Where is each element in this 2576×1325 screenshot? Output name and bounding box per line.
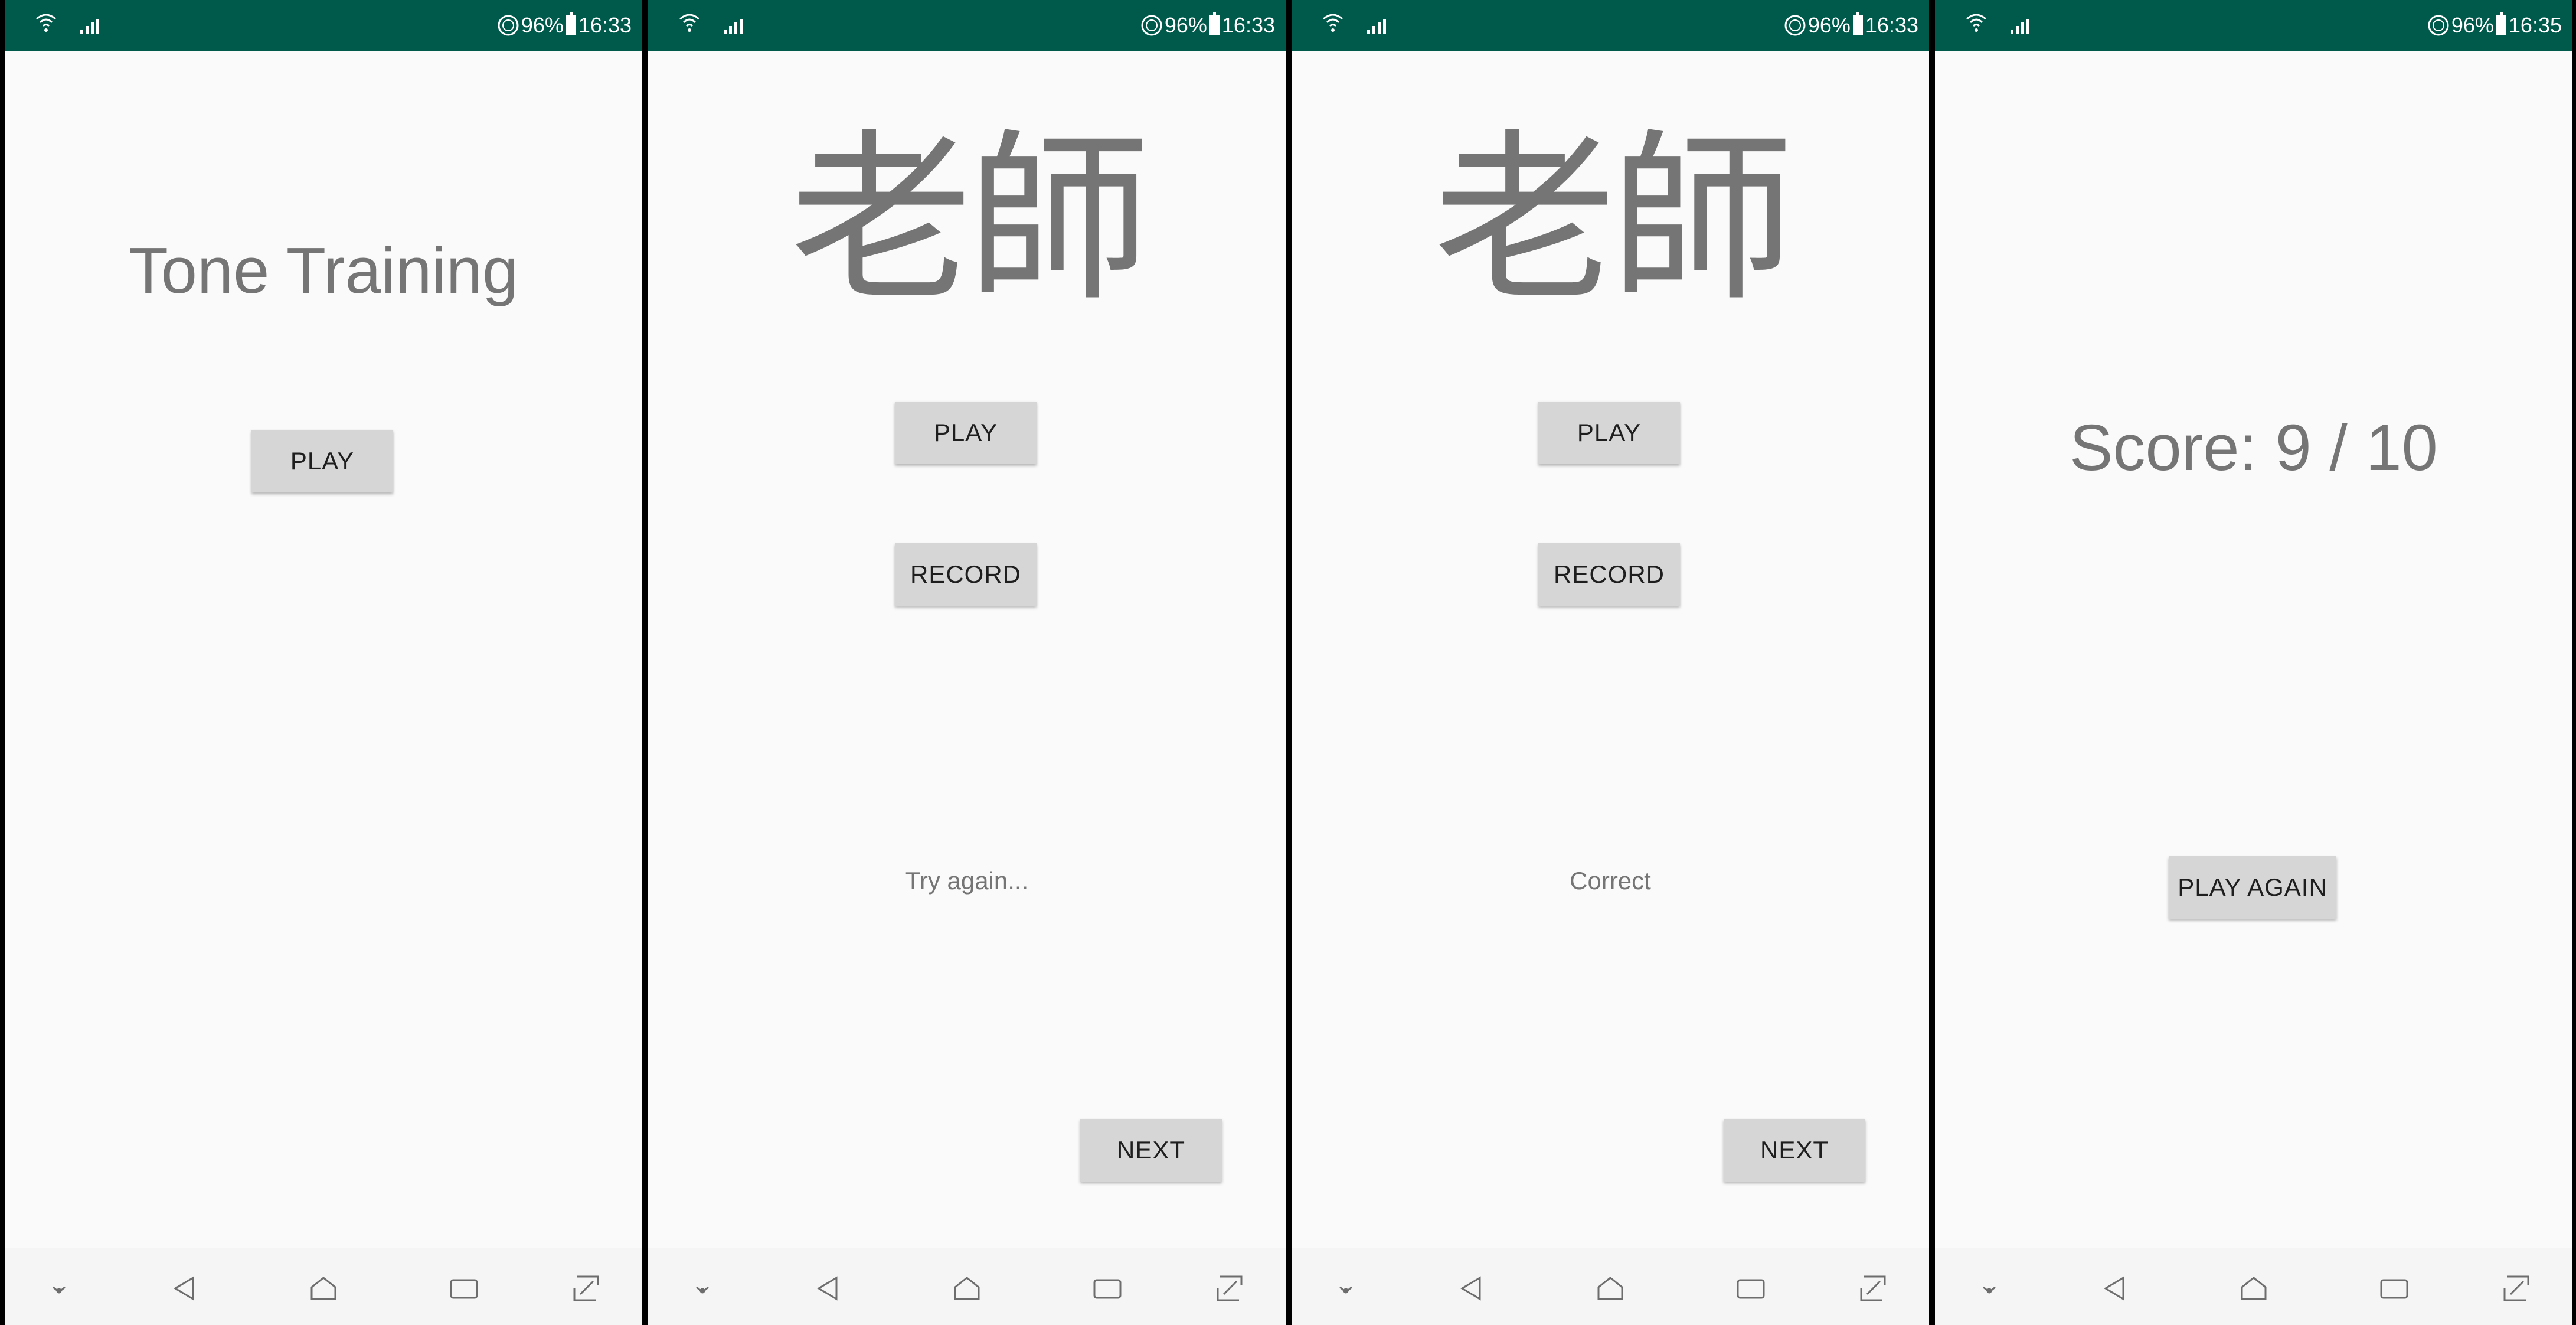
recents-icon[interactable]: [1090, 1271, 1125, 1306]
wifi-icon: [679, 14, 699, 32]
play-again-button[interactable]: PLAY AGAIN: [2169, 856, 2336, 919]
screen-practice-wrong: 96% 16:33 老師 PLAY RECORD Try again... NE…: [648, 0, 1286, 1325]
screen-score: 96% 16:35 Score: 9 / 10 PLAY AGAIN: [1935, 0, 2572, 1325]
nav-bar: [1935, 1248, 2572, 1325]
wifi-icon: [1966, 14, 1986, 32]
signal-icon: [1367, 17, 1386, 34]
home-icon[interactable]: [2236, 1271, 2271, 1306]
chinese-character: 老師: [1433, 113, 1793, 327]
back-icon[interactable]: [167, 1271, 202, 1306]
battery-percent: 96%: [521, 13, 564, 37]
home-icon[interactable]: [1593, 1271, 1628, 1306]
clock: 16:35: [2508, 13, 2562, 37]
clock: 16:33: [578, 13, 632, 37]
battery-icon: [1852, 12, 1863, 35]
battery-percent: 96%: [1164, 13, 1207, 37]
signal-icon: [80, 17, 99, 34]
sync-icon: [1141, 15, 1162, 36]
hide-nav-icon[interactable]: [685, 1271, 720, 1306]
battery-icon: [2496, 12, 2506, 35]
chinese-character: 老師: [790, 113, 1150, 327]
clock: 16:33: [1865, 13, 1918, 37]
divider: [1286, 0, 1292, 1325]
back-icon[interactable]: [2097, 1271, 2133, 1306]
signal-icon: [724, 17, 743, 34]
status-bar: 96% 16:33: [5, 0, 642, 51]
back-icon[interactable]: [810, 1271, 846, 1306]
battery-percent: 96%: [2451, 13, 2494, 37]
divider: [1929, 0, 1935, 1325]
score-text: Score: 9 / 10: [2070, 412, 2438, 484]
status-bar: 96% 16:33: [1292, 0, 1929, 51]
signal-icon: [2011, 17, 2029, 34]
status-bar: 96% 16:35: [1935, 0, 2572, 51]
clock: 16:33: [1221, 13, 1275, 37]
battery-percent: 96%: [1807, 13, 1851, 37]
sync-icon: [498, 15, 519, 36]
feedback-text: Try again...: [905, 867, 1029, 895]
record-button[interactable]: RECORD: [1538, 543, 1680, 606]
hide-nav-icon[interactable]: [1328, 1271, 1364, 1306]
screenshot-icon[interactable]: [1855, 1271, 1891, 1306]
divider: [642, 0, 648, 1325]
recents-icon[interactable]: [1733, 1271, 1768, 1306]
feedback-text: Correct: [1570, 867, 1651, 895]
hide-nav-icon[interactable]: [1972, 1271, 2007, 1306]
next-button[interactable]: NEXT: [1724, 1119, 1865, 1182]
recents-icon[interactable]: [446, 1271, 482, 1306]
nav-bar: [5, 1248, 642, 1325]
status-bar: 96% 16:33: [648, 0, 1286, 51]
play-button[interactable]: PLAY: [895, 402, 1037, 464]
wifi-icon: [1323, 14, 1343, 32]
nav-bar: [648, 1248, 1286, 1325]
record-button[interactable]: RECORD: [895, 543, 1037, 606]
screen-practice-correct: 96% 16:33 老師 PLAY RECORD Correct NEXT: [1292, 0, 1929, 1325]
play-button[interactable]: PLAY: [1538, 402, 1680, 464]
hide-nav-icon[interactable]: [41, 1271, 77, 1306]
screenshot-icon[interactable]: [2499, 1271, 2534, 1306]
home-icon[interactable]: [949, 1271, 985, 1306]
battery-icon: [565, 12, 576, 35]
battery-icon: [1209, 12, 1220, 35]
wifi-icon: [36, 14, 56, 32]
nav-bar: [1292, 1248, 1929, 1325]
recents-icon[interactable]: [2376, 1271, 2412, 1306]
play-button[interactable]: PLAY: [251, 430, 393, 492]
app-title: Tone Training: [128, 234, 519, 307]
back-icon[interactable]: [1454, 1271, 1489, 1306]
sync-icon: [2428, 15, 2449, 36]
home-icon[interactable]: [306, 1271, 341, 1306]
screenshot-icon[interactable]: [1212, 1271, 1247, 1306]
screen-home: 96% 16:33 Tone Training PLAY: [5, 0, 642, 1325]
screenshot-icon[interactable]: [568, 1271, 604, 1306]
sync-icon: [1784, 15, 1806, 36]
next-button[interactable]: NEXT: [1080, 1119, 1222, 1182]
